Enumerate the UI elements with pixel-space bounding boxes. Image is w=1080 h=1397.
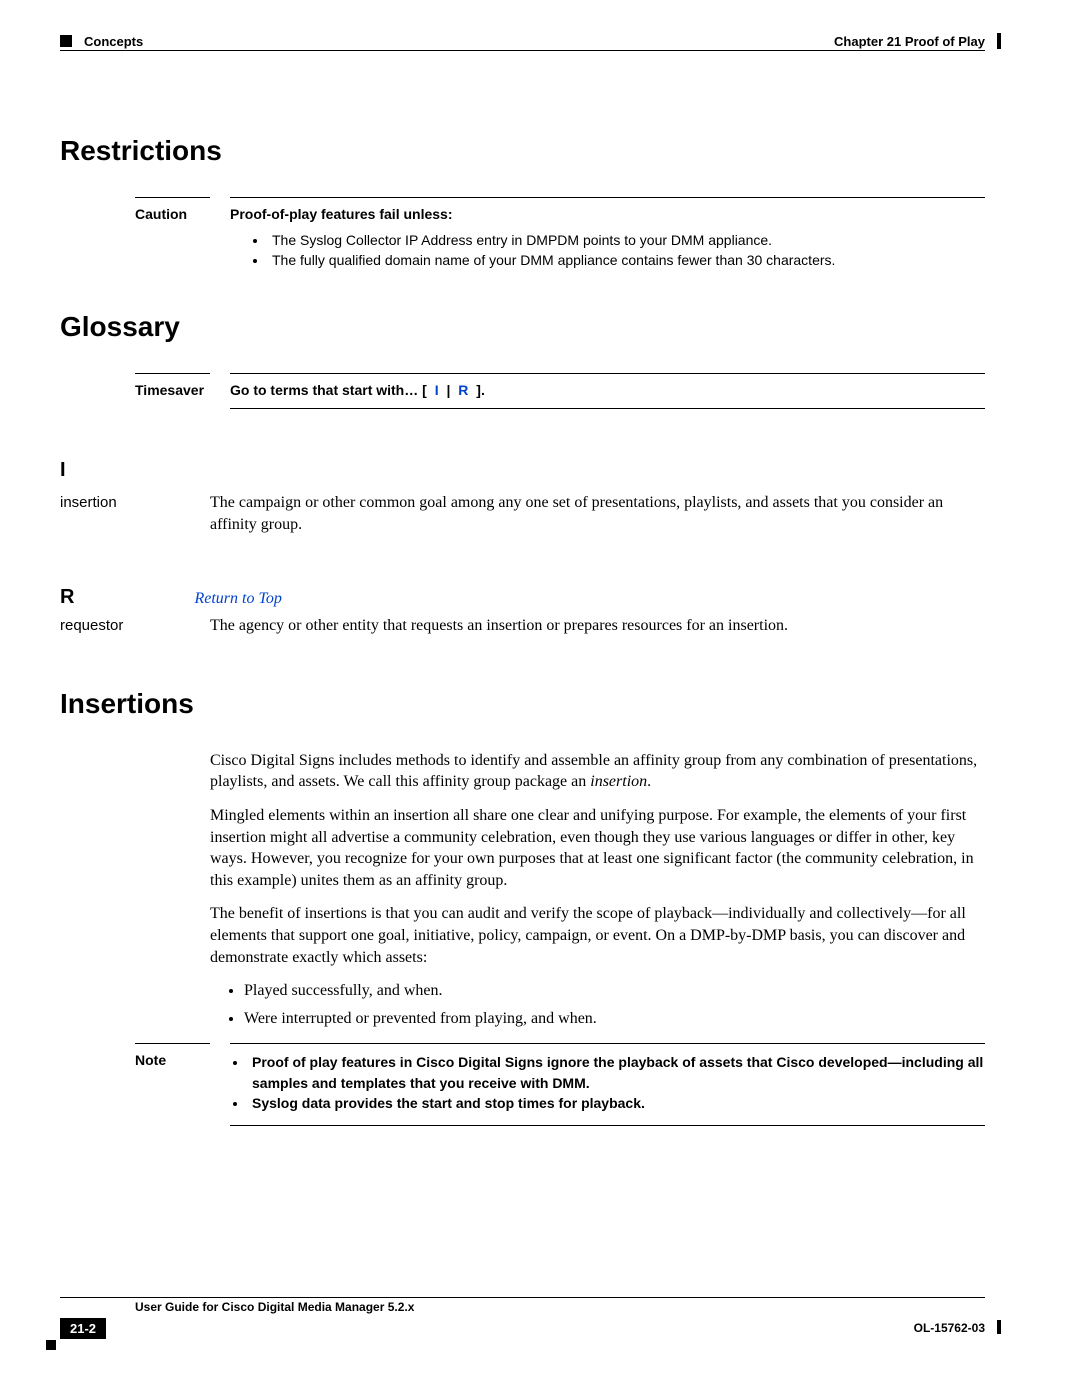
insertions-p1: Cisco Digital Signs includes methods to …	[210, 750, 985, 793]
header-right-text: Chapter 21 Proof of Play	[834, 34, 985, 49]
def-insertion: The campaign or other common goal among …	[210, 492, 985, 537]
timesaver-body: Go to terms that start with… [ I | R ].	[230, 373, 985, 409]
timesaver-tail: ].	[476, 382, 485, 398]
note-bullet: Syslog data provides the start and stop …	[248, 1093, 985, 1113]
running-footer: User Guide for Cisco Digital Media Manag…	[60, 1297, 985, 1342]
term-requestor: requestor	[60, 615, 210, 637]
term-row: insertion The campaign or other common g…	[60, 492, 985, 537]
caution-bullets: The Syslog Collector IP Address entry in…	[230, 230, 985, 271]
heading-restrictions: Restrictions	[60, 135, 985, 167]
insertions-bullets: Played successfully, and when. Were inte…	[210, 980, 985, 1029]
header-marker-right	[997, 33, 1001, 49]
document-id: OL-15762-03	[914, 1321, 985, 1335]
heading-insertions: Insertions	[60, 688, 985, 720]
insertions-p2: Mingled elements within an insertion all…	[210, 805, 985, 891]
header-left-text: Concepts	[84, 34, 143, 49]
timesaver-block: Timesaver Go to terms that start with… […	[135, 373, 985, 409]
timesaver-label: Timesaver	[135, 373, 210, 409]
footer-rule	[60, 1297, 985, 1298]
docid-marker-icon	[997, 1320, 1001, 1334]
note-bullets: Proof of play features in Cisco Digital …	[230, 1052, 985, 1113]
caution-bullet: The fully qualified domain name of your …	[268, 250, 985, 270]
glossary-letter-i: I	[60, 459, 985, 482]
term-row: requestor The agency or other entity tha…	[60, 615, 985, 637]
running-header: Concepts Chapter 21 Proof of Play	[60, 35, 985, 65]
caution-lead: Proof-of-play features fail unless:	[230, 206, 452, 222]
return-to-top-link[interactable]: Return to Top	[194, 590, 281, 608]
header-marker-left	[60, 35, 72, 47]
timesaver-sep: |	[446, 382, 454, 398]
def-requestor: The agency or other entity that requests…	[210, 615, 985, 637]
goto-letter-i-link[interactable]: I	[435, 382, 439, 398]
glossary-letter-r: R	[60, 586, 74, 609]
page-number-badge: 21-2	[60, 1318, 106, 1339]
insertions-bullet: Were interrupted or prevented from playi…	[244, 1008, 985, 1030]
p1-part-b: .	[647, 773, 651, 790]
insertions-body: Cisco Digital Signs includes methods to …	[210, 750, 985, 1030]
insertions-bullet: Played successfully, and when.	[244, 980, 985, 1002]
note-body: Proof of play features in Cisco Digital …	[230, 1043, 985, 1126]
footer-guide-title: User Guide for Cisco Digital Media Manag…	[135, 1300, 420, 1314]
caution-bullet: The Syslog Collector IP Address entry in…	[268, 230, 985, 250]
caution-body: Proof-of-play features fail unless: The …	[230, 197, 985, 271]
header-rule	[60, 50, 985, 51]
note-label: Note	[135, 1043, 210, 1126]
page: Concepts Chapter 21 Proof of Play Restri…	[0, 0, 1080, 1397]
footer-bottom-row: 21-2 OL-15762-03	[60, 1318, 985, 1342]
timesaver-lead: Go to terms that start with… [	[230, 382, 427, 398]
note-bullet: Proof of play features in Cisco Digital …	[248, 1052, 985, 1093]
footer-marker-icon	[46, 1340, 56, 1350]
insertions-p3: The benefit of insertions is that you ca…	[210, 903, 985, 968]
heading-glossary: Glossary	[60, 311, 985, 343]
goto-letter-r-link[interactable]: R	[458, 382, 468, 398]
note-block: Note Proof of play features in Cisco Dig…	[135, 1043, 985, 1126]
term-insertion: insertion	[60, 492, 210, 537]
caution-block: Caution Proof-of-play features fail unle…	[135, 197, 985, 271]
caution-label: Caution	[135, 197, 210, 271]
p1-em: insertion	[590, 773, 647, 790]
glossary-letter-r-row: R Return to Top	[60, 586, 985, 609]
